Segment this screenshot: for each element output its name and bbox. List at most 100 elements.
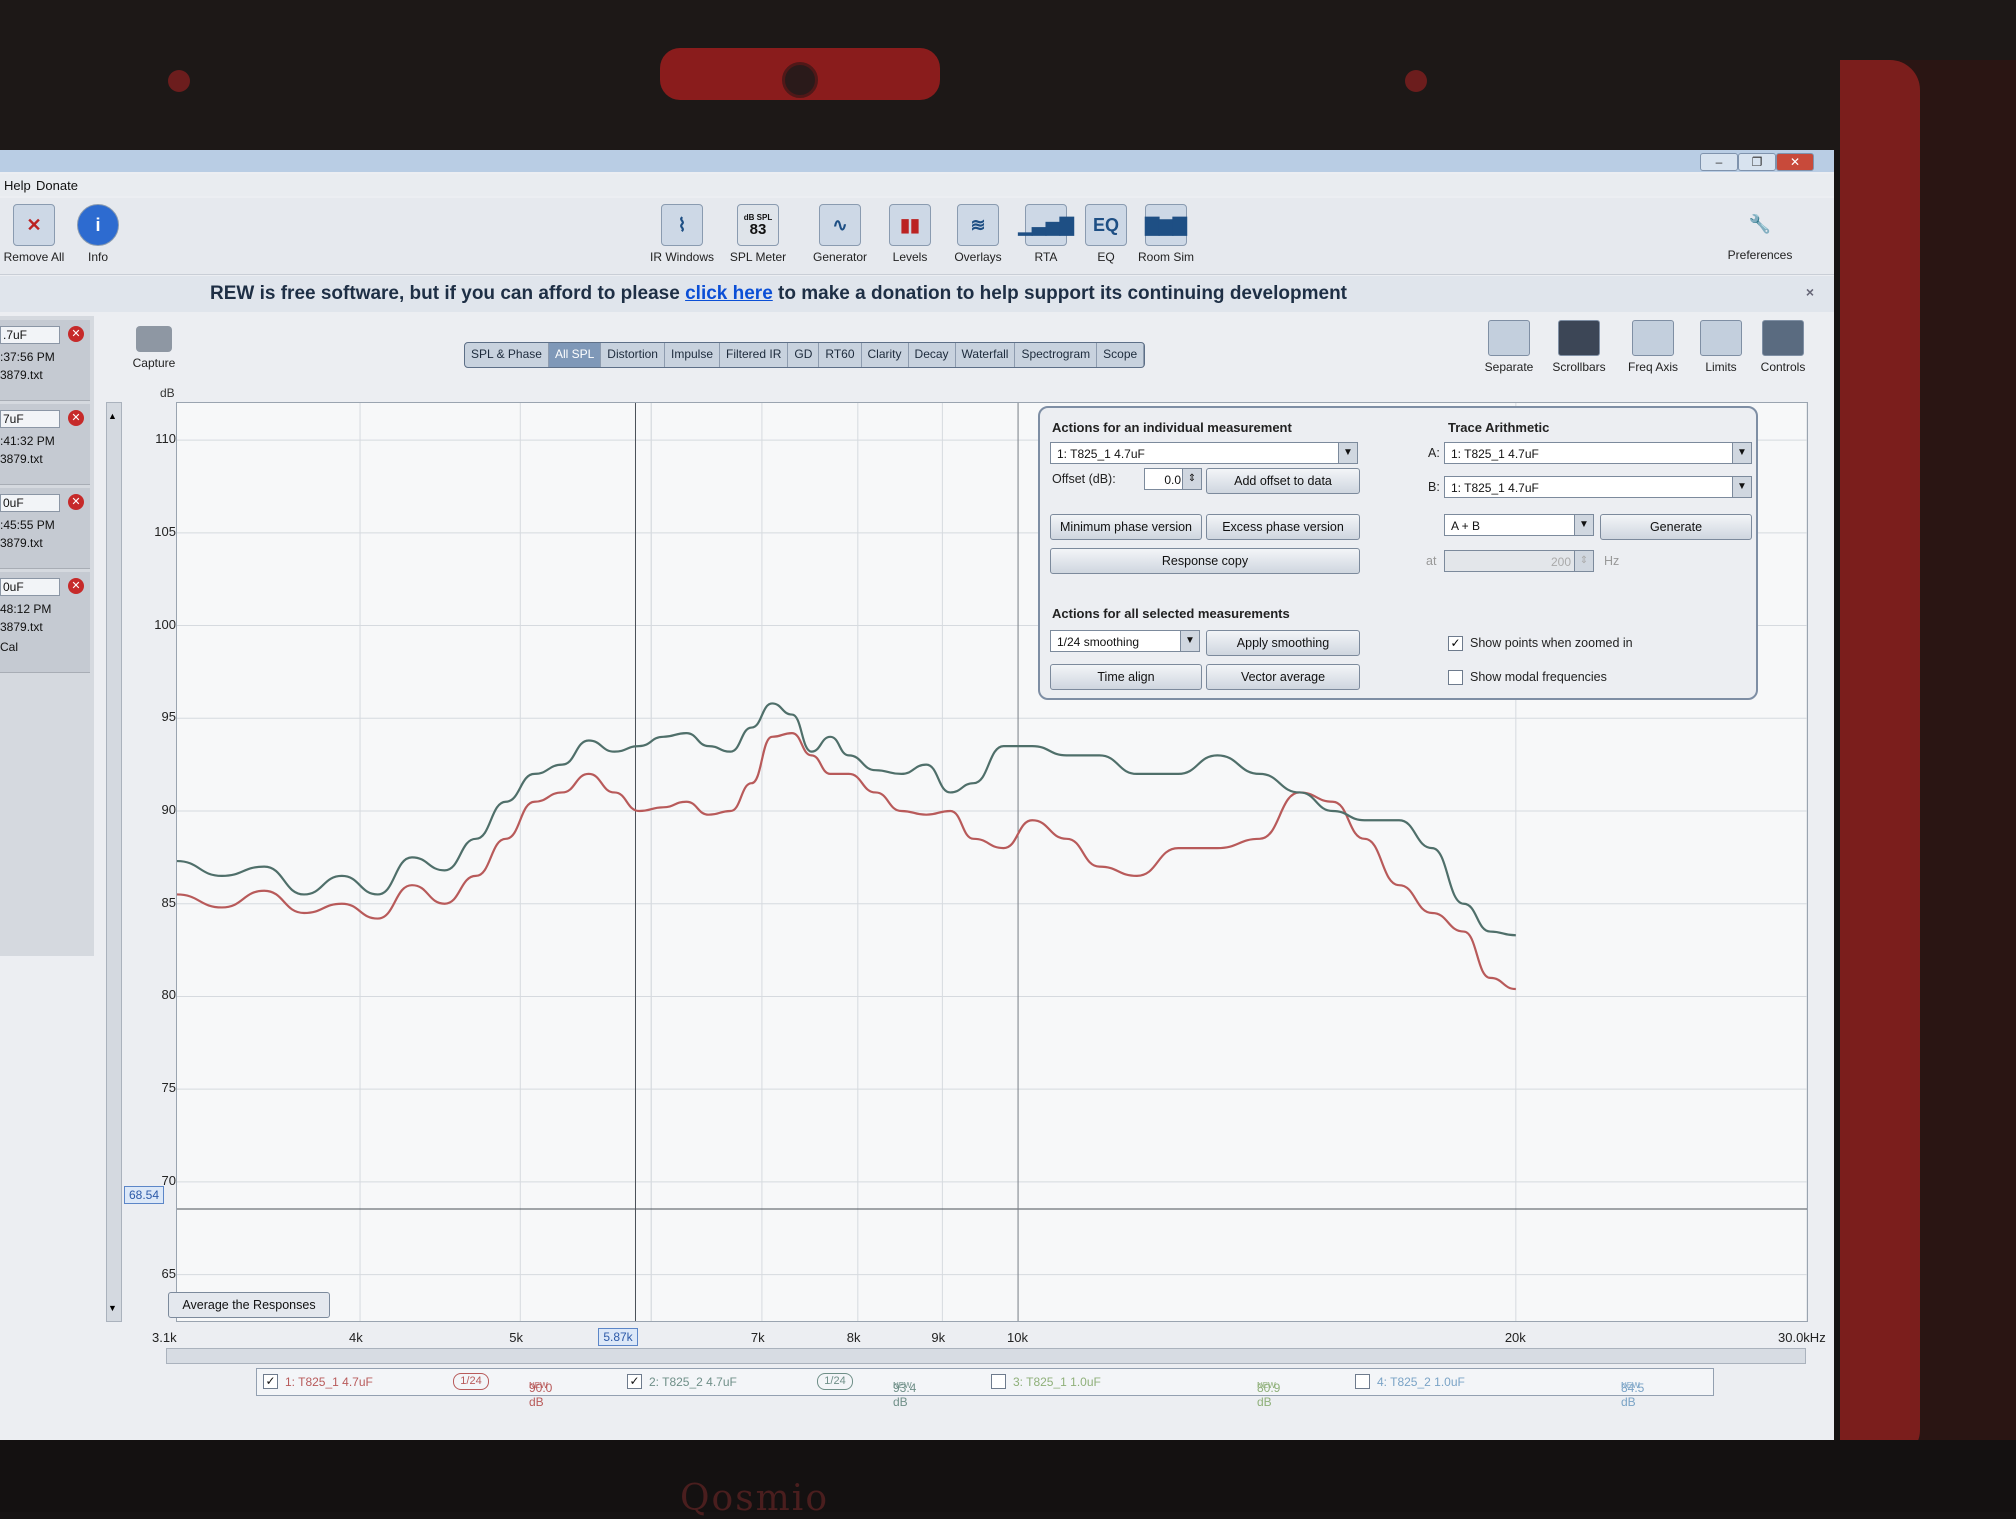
bezel-led — [168, 70, 190, 92]
laptop-bezel-top — [0, 0, 2016, 150]
tab-impulse[interactable]: Impulse — [665, 343, 721, 367]
freq-axis-button[interactable]: Freq Axis — [1622, 320, 1684, 374]
chevron-down-icon: ▼ — [1732, 477, 1751, 497]
tab-waterfall[interactable]: Waterfall — [956, 343, 1016, 367]
apply-smoothing-button[interactable]: Apply smoothing — [1206, 630, 1360, 656]
trace-new-tag: NEW — [893, 1381, 912, 1390]
donation-banner: REW is free software, but if you can aff… — [0, 276, 1834, 312]
capture-button[interactable]: Capture — [124, 326, 184, 370]
room-sim-button[interactable]: ▇▆▇ Room Sim — [1126, 204, 1206, 264]
tab-spl-phase[interactable]: SPL & Phase — [465, 343, 549, 367]
measurement-file: 3879.txt — [0, 452, 43, 466]
main-toolbar: ✕ Remove All i Info ⌇ IR Windows dB SPL 83 SP… — [0, 198, 1834, 275]
menu-help[interactable]: Help — [4, 178, 31, 193]
tab-gd[interactable]: GD — [788, 343, 820, 367]
spinner-icon: ⇕ — [1574, 551, 1593, 571]
tab-scope[interactable]: Scope — [1097, 343, 1145, 367]
donate-link[interactable]: click here — [685, 283, 773, 304]
trace-a-select[interactable]: 1: T825_1 4.7uF ▼ — [1444, 442, 1752, 464]
trace-smoothing-badge[interactable]: 1/24 — [817, 1373, 853, 1390]
delete-measurement-icon[interactable]: ✕ — [68, 326, 84, 342]
preferences-button[interactable]: 🔧 Preferences — [1720, 204, 1800, 263]
response-copy-button[interactable]: Response copy — [1050, 548, 1360, 574]
vector-average-button[interactable]: Vector average — [1206, 664, 1360, 690]
horizontal-scrollbar[interactable] — [166, 1348, 1806, 1364]
operation-select[interactable]: A + B ▼ — [1444, 514, 1594, 536]
trace-name[interactable]: 1: T825_1 4.7uF — [285, 1375, 373, 1389]
menu-donate[interactable]: Donate — [36, 178, 78, 193]
trace-visibility-checkbox[interactable] — [991, 1374, 1006, 1389]
tab-distortion[interactable]: Distortion — [601, 343, 665, 367]
delete-measurement-icon[interactable]: ✕ — [68, 494, 84, 510]
y-tick-label: 80 — [161, 987, 176, 1003]
offset-field[interactable]: 0.0 ⇕ — [1144, 468, 1202, 490]
trace-arithmetic-title: Trace Arithmetic — [1448, 420, 1550, 435]
camera-icon — [136, 326, 172, 352]
trace-new-tag: NEW — [529, 1381, 548, 1390]
minimum-phase-button[interactable]: Minimum phase version — [1050, 514, 1202, 540]
trace-name[interactable]: 3: T825_1 1.0uF — [1013, 1375, 1101, 1389]
spl-meter-button[interactable]: dB SPL 83 SPL Meter — [718, 204, 798, 264]
tab-filtered-ir[interactable]: Filtered IR — [720, 343, 789, 367]
tab-clarity[interactable]: Clarity — [862, 343, 909, 367]
trace-visibility-checkbox[interactable]: ✓ — [627, 1374, 642, 1389]
show-points-checkbox[interactable]: ✓ — [1448, 636, 1463, 651]
measurement-name[interactable]: 0uF — [0, 494, 60, 512]
generate-button[interactable]: Generate — [1600, 514, 1752, 540]
window-titlebar: – ❐ ✕ — [0, 150, 1834, 172]
y-axis-unit: dB — [160, 386, 175, 400]
add-offset-button[interactable]: Add offset to data — [1206, 468, 1360, 494]
trace-visibility-checkbox[interactable]: ✓ — [263, 1374, 278, 1389]
average-responses-button[interactable]: Average the Responses — [168, 1292, 330, 1318]
show-modal-label: Show modal frequencies — [1470, 670, 1607, 684]
y-cursor-readout: 68.54 — [124, 1186, 164, 1204]
trace-smoothing-badge[interactable]: 1/24 — [453, 1373, 489, 1390]
trace-name[interactable]: 2: T825_2 4.7uF — [649, 1375, 737, 1389]
show-modal-checkbox[interactable] — [1448, 670, 1463, 685]
chevron-down-icon: ▼ — [1574, 515, 1593, 535]
minimize-button[interactable]: – — [1700, 153, 1738, 171]
time-align-button[interactable]: Time align — [1050, 664, 1202, 690]
levels-icon: ▮▮ — [889, 204, 931, 246]
measurement-item[interactable]: 0uF ✕ 48:12 PM 3879.txt Cal — [0, 572, 90, 673]
separate-icon — [1488, 320, 1530, 356]
at-frequency-field[interactable]: 200 ⇕ — [1444, 550, 1594, 572]
trace-name[interactable]: 4: T825_2 1.0uF — [1377, 1375, 1465, 1389]
scrollbars-button[interactable]: Scrollbars — [1548, 320, 1610, 374]
limits-button[interactable]: Limits — [1690, 320, 1752, 374]
ir-windows-button[interactable]: ⌇ IR Windows — [642, 204, 722, 264]
all-actions-title: Actions for all selected measurements — [1052, 606, 1290, 621]
separate-button[interactable]: Separate — [1478, 320, 1540, 374]
excess-phase-button[interactable]: Excess phase version — [1206, 514, 1360, 540]
graph-tab-bar: SPL & Phase All SPL Distortion Impulse Filte… — [464, 342, 1146, 368]
maximize-button[interactable]: ❐ — [1738, 153, 1776, 171]
close-button[interactable]: ✕ — [1776, 153, 1814, 171]
measurement-item[interactable]: 7uF ✕ :41:32 PM 3879.txt — [0, 404, 90, 485]
series-line-2 — [176, 702, 1516, 937]
tab-all-spl[interactable]: All SPL — [548, 343, 602, 367]
trace-b-select[interactable]: 1: T825_1 4.7uF ▼ — [1444, 476, 1752, 498]
generator-button[interactable]: ∿ Generator — [800, 204, 880, 264]
smoothing-select[interactable]: 1/24 smoothing ▼ — [1050, 630, 1200, 652]
trace-visibility-checkbox[interactable] — [1355, 1374, 1370, 1389]
tab-rt60[interactable]: RT60 — [819, 343, 862, 367]
banner-close-icon[interactable]: × — [1806, 284, 1814, 300]
trace-new-tag: NEW — [1257, 1381, 1276, 1390]
controls-button[interactable]: Controls — [1752, 320, 1814, 374]
delete-measurement-icon[interactable]: ✕ — [68, 410, 84, 426]
measurement-select[interactable]: 1: T825_1 4.7uF ▼ — [1050, 442, 1358, 464]
measurement-item[interactable]: .7uF ✕ :37:56 PM 3879.txt — [0, 320, 90, 401]
info-button[interactable]: i Info — [58, 204, 138, 264]
measurement-name[interactable]: .7uF — [0, 326, 60, 344]
bezel-led — [1405, 70, 1427, 92]
tab-spectrogram[interactable]: Spectrogram — [1015, 343, 1098, 367]
delete-measurement-icon[interactable]: ✕ — [68, 578, 84, 594]
scrollbars-icon — [1558, 320, 1600, 356]
generator-icon: ∿ — [819, 204, 861, 246]
measurement-name[interactable]: 0uF — [0, 578, 60, 596]
actions-panel: Actions for an individual measurement 1:… — [1038, 406, 1758, 700]
measurement-name[interactable]: 7uF — [0, 410, 60, 428]
tab-decay[interactable]: Decay — [909, 343, 956, 367]
measurement-item[interactable]: 0uF ✕ :45:55 PM 3879.txt — [0, 488, 90, 569]
x-tick-label: 5k — [509, 1330, 524, 1345]
